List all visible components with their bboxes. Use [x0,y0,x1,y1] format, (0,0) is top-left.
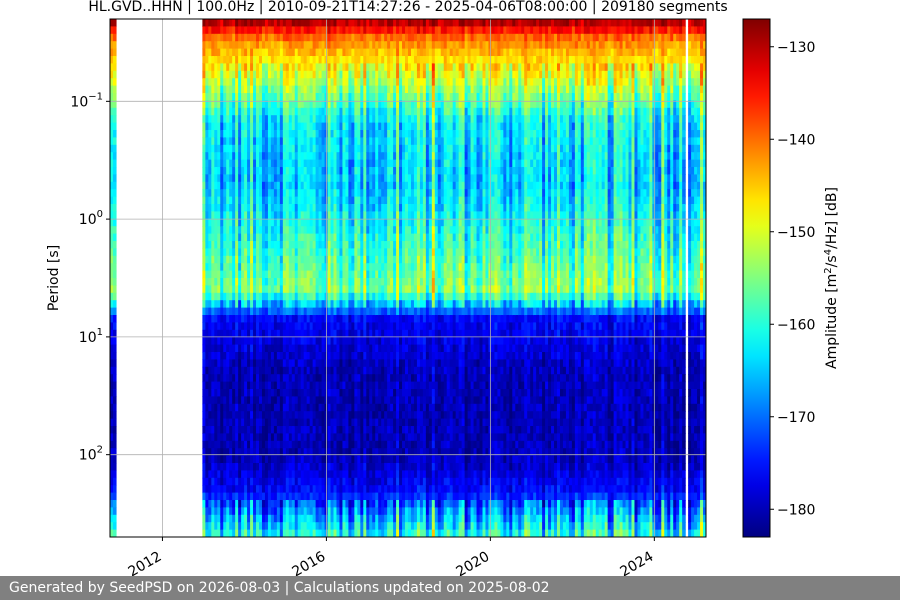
heatmap-cell [112,492,117,501]
heatmap-cell [112,70,117,79]
heatmap-cell [112,152,117,161]
heatmap-cell [112,93,117,101]
heatmap-cell [112,433,117,442]
heatmap-cell [112,522,117,531]
heatmap-cell [112,337,117,346]
heatmap-cell [112,196,117,205]
heatmap-cell [112,263,117,272]
heatmap-cell [112,278,117,286]
heatmap-cell [112,366,117,375]
heatmap-cell [112,189,117,198]
heatmap-cell [112,48,117,57]
heatmap-cell [112,285,117,294]
heatmap-cell [112,218,117,227]
heatmap-cell [112,426,117,434]
psd-chart: HL.GVD..HHN | 100.0Hz | 2010-09-21T14:27… [46,0,840,580]
heatmap-cell [112,463,117,471]
heatmap-cell [112,255,117,264]
heatmap-cell [112,315,117,323]
heatmap-cell [112,144,117,153]
heatmap-cell [112,381,117,390]
heatmap-cell [112,396,117,405]
heatmap-cell [112,137,117,146]
heatmap-cell [112,107,117,116]
heatmap-cell [112,507,117,516]
heatmap-cell [112,241,117,249]
heatmap-cell [112,300,117,309]
heatmap-cell [112,455,117,464]
heatmap-cell [112,233,117,242]
heatmap-cell [112,500,117,508]
heatmap-cell [112,344,117,353]
heatmap-cell [112,477,117,486]
heatmap-cell [112,270,117,279]
heatmap-cell [112,359,117,368]
heatmap-cell [112,19,117,27]
heatmap-cell [112,41,117,50]
heatmap-cell [112,26,117,35]
heatmap-cell [112,418,117,427]
heatmap-cell [112,63,117,72]
heatmap-cell [112,56,117,64]
heatmap-cell [112,514,117,523]
heatmap-cell [112,307,117,316]
heatmap-cell [112,122,117,131]
heatmap-cell [112,485,117,494]
heatmap-cell [112,322,117,331]
chart-title: HL.GVD..HHN | 100.0Hz | 2010-09-21T14:27… [88,0,727,15]
heatmap-cell [112,440,117,449]
heatmap-cell [112,292,117,301]
heatmap-cell [112,211,117,220]
heatmap-cell [112,403,117,412]
heatmap-cell [112,115,117,124]
heatmap-cell [112,389,117,397]
plot-area [109,18,707,538]
heatmap-cell [112,352,117,360]
heatmap-cell [112,174,117,183]
heatmap-cell [112,204,117,212]
heatmap-cell [112,85,117,94]
heatmap-cell [112,529,117,537]
heatmap-cell [112,130,117,138]
heatmap-cell [112,159,117,168]
heatmap-cell [112,374,117,383]
heatmap-cell [112,248,117,257]
heatmap-cell [112,78,117,87]
heatmap-cell [112,470,117,479]
heatmap-cell [112,33,117,42]
heatmap-cell [112,226,117,235]
heatmap-cell [112,167,117,175]
heatmap-cell [112,181,117,190]
heatmap-cell [112,411,117,420]
